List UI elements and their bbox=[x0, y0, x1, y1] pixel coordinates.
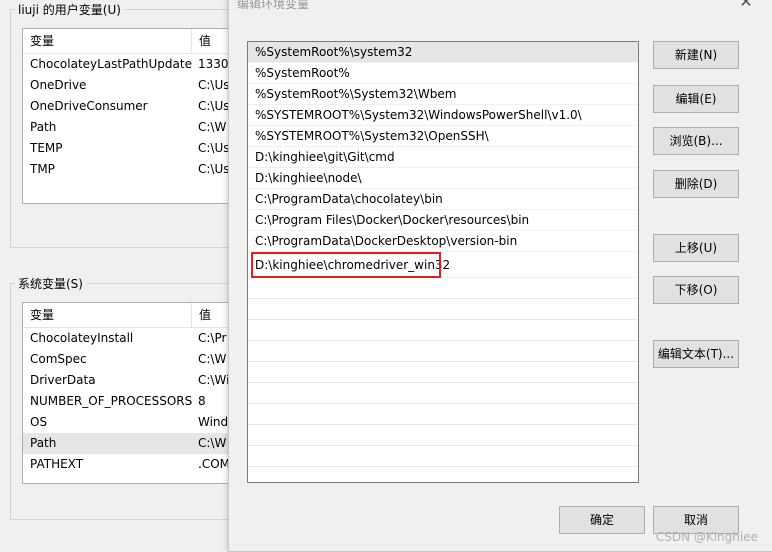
path-item[interactable]: C:\ProgramData\DockerDesktop\version-bin bbox=[248, 231, 638, 252]
user-variables-list[interactable]: 变量 值 ChocolateyLastPathUpdate 1330… OneDri… bbox=[22, 28, 239, 204]
table-row[interactable]: OneDriveConsumer C:\Us bbox=[23, 96, 238, 117]
table-row[interactable]: ComSpec C:\W bbox=[23, 349, 238, 370]
variable-value: C:\Us bbox=[198, 78, 230, 92]
variable-name: TMP bbox=[30, 162, 55, 176]
empty-row[interactable] bbox=[248, 383, 638, 404]
variable-name: ComSpec bbox=[30, 352, 87, 366]
variable-value: C:\Wi bbox=[198, 373, 230, 387]
empty-row[interactable] bbox=[248, 341, 638, 362]
empty-row[interactable] bbox=[248, 320, 638, 341]
path-item-text: D:\kinghiee\node\ bbox=[255, 171, 362, 185]
path-item-text: %SystemRoot%\System32\Wbem bbox=[255, 87, 457, 101]
table-row[interactable]: ChocolateyInstall C:\Pr bbox=[23, 328, 238, 349]
path-item-text: C:\ProgramData\chocolatey\bin bbox=[255, 192, 443, 206]
variable-name: NUMBER_OF_PROCESSORS bbox=[30, 394, 193, 408]
variable-name: Path bbox=[30, 120, 57, 134]
variable-name: ChocolateyLastPathUpdate bbox=[30, 57, 192, 71]
table-row[interactable]: OS Wind bbox=[23, 412, 238, 433]
variable-value: C:\Us bbox=[198, 162, 230, 176]
table-row[interactable]: OneDrive C:\Us bbox=[23, 75, 238, 96]
empty-row[interactable] bbox=[248, 425, 638, 446]
edit-environment-variable-dialog: 编辑环境变量 ✕ %SystemRoot%\system32 %SystemRoo… bbox=[228, 0, 772, 552]
path-item[interactable]: C:\Program Files\Docker\Docker\resources… bbox=[248, 210, 638, 231]
ok-button[interactable]: 确定 bbox=[559, 506, 645, 534]
user-variables-header: 变量 值 bbox=[23, 29, 238, 54]
table-row[interactable]: Path C:\W bbox=[23, 433, 238, 454]
variable-value: C:\W bbox=[198, 120, 227, 134]
empty-row[interactable] bbox=[248, 446, 638, 467]
variable-value: .COM bbox=[198, 457, 230, 471]
empty-row[interactable] bbox=[248, 299, 638, 320]
close-icon[interactable]: ✕ bbox=[737, 0, 755, 11]
variable-name: OS bbox=[30, 415, 48, 429]
table-row[interactable]: TMP C:\Us bbox=[23, 159, 238, 180]
variable-value: C:\W bbox=[198, 352, 227, 366]
variable-name: OneDrive bbox=[30, 78, 87, 92]
edit-text-button[interactable]: 编辑文本(T)... bbox=[653, 340, 739, 368]
path-item-text: D:\kinghiee\chromedriver_win32 bbox=[255, 258, 451, 272]
path-item[interactable]: %SystemRoot%\System32\Wbem bbox=[248, 84, 638, 105]
path-item[interactable]: D:\kinghiee\chromedriver_win32 bbox=[248, 252, 638, 278]
path-item-text: %SystemRoot% bbox=[255, 66, 350, 80]
path-list[interactable]: %SystemRoot%\system32 %SystemRoot% %System… bbox=[247, 41, 639, 483]
path-item[interactable]: %SYSTEMROOT%\System32\WindowsPowerShell\… bbox=[248, 105, 638, 126]
path-item-text: %SYSTEMROOT%\System32\OpenSSH\ bbox=[255, 129, 489, 143]
dialog-title: 编辑环境变量 bbox=[237, 0, 310, 11]
new-button[interactable]: 新建(N) bbox=[653, 41, 739, 69]
move-up-button[interactable]: 上移(U) bbox=[653, 234, 739, 262]
variable-name: TEMP bbox=[30, 141, 63, 155]
system-variables-list[interactable]: 变量 值 ChocolateyInstall C:\Pr ComSpec C:\W Dr… bbox=[22, 302, 239, 484]
path-item[interactable]: %SYSTEMROOT%\System32\OpenSSH\ bbox=[248, 126, 638, 147]
empty-row[interactable] bbox=[248, 362, 638, 383]
table-row[interactable]: DriverData C:\Wi bbox=[23, 370, 238, 391]
path-item-text: %SystemRoot%\system32 bbox=[255, 45, 413, 59]
browse-button[interactable]: 浏览(B)... bbox=[653, 127, 739, 155]
variable-value: Wind bbox=[198, 415, 229, 429]
path-item[interactable]: D:\kinghiee\node\ bbox=[248, 168, 638, 189]
table-row[interactable]: Path C:\W bbox=[23, 117, 238, 138]
table-row[interactable]: NUMBER_OF_PROCESSORS 8 bbox=[23, 391, 238, 412]
edit-button[interactable]: 编辑(E) bbox=[653, 85, 739, 113]
empty-row[interactable] bbox=[248, 278, 638, 299]
column-header-name[interactable]: 变量 bbox=[23, 29, 192, 53]
path-item-text: C:\Program Files\Docker\Docker\resources… bbox=[255, 213, 530, 227]
empty-row[interactable] bbox=[248, 404, 638, 425]
path-item[interactable]: D:\kinghiee\git\Git\cmd bbox=[248, 147, 638, 168]
variable-name: ChocolateyInstall bbox=[30, 331, 134, 345]
system-variables-title: 系统变量(S) bbox=[15, 275, 86, 292]
variable-name: Path bbox=[30, 436, 57, 450]
column-header-name[interactable]: 变量 bbox=[23, 303, 192, 327]
variable-name: PATHEXT bbox=[30, 457, 84, 471]
path-item-text: C:\ProgramData\DockerDesktop\version-bin bbox=[255, 234, 518, 248]
variable-value: 8 bbox=[198, 394, 206, 408]
variable-value: C:\Us bbox=[198, 141, 230, 155]
system-variables-header: 变量 值 bbox=[23, 303, 238, 328]
path-item-text: D:\kinghiee\git\Git\cmd bbox=[255, 150, 395, 164]
table-row[interactable]: TEMP C:\Us bbox=[23, 138, 238, 159]
table-row[interactable]: PATHEXT .COM bbox=[23, 454, 238, 475]
variable-name: DriverData bbox=[30, 373, 96, 387]
variable-value: C:\Us bbox=[198, 99, 230, 113]
path-item[interactable]: %SystemRoot% bbox=[248, 63, 638, 84]
variable-value: C:\Pr bbox=[198, 331, 227, 345]
user-variables-title: liuji 的用户变量(U) bbox=[15, 1, 124, 18]
watermark: CSDN @Kinghiee bbox=[655, 530, 758, 544]
move-down-button[interactable]: 下移(O) bbox=[653, 276, 739, 304]
delete-button[interactable]: 删除(D) bbox=[653, 170, 739, 198]
path-item-text: %SYSTEMROOT%\System32\WindowsPowerShell\… bbox=[255, 108, 582, 122]
variable-name: OneDriveConsumer bbox=[30, 99, 148, 113]
variable-value: C:\W bbox=[198, 436, 227, 450]
table-row[interactable]: ChocolateyLastPathUpdate 1330… bbox=[23, 54, 238, 75]
path-item[interactable]: C:\ProgramData\chocolatey\bin bbox=[248, 189, 638, 210]
path-item[interactable]: %SystemRoot%\system32 bbox=[248, 42, 638, 63]
